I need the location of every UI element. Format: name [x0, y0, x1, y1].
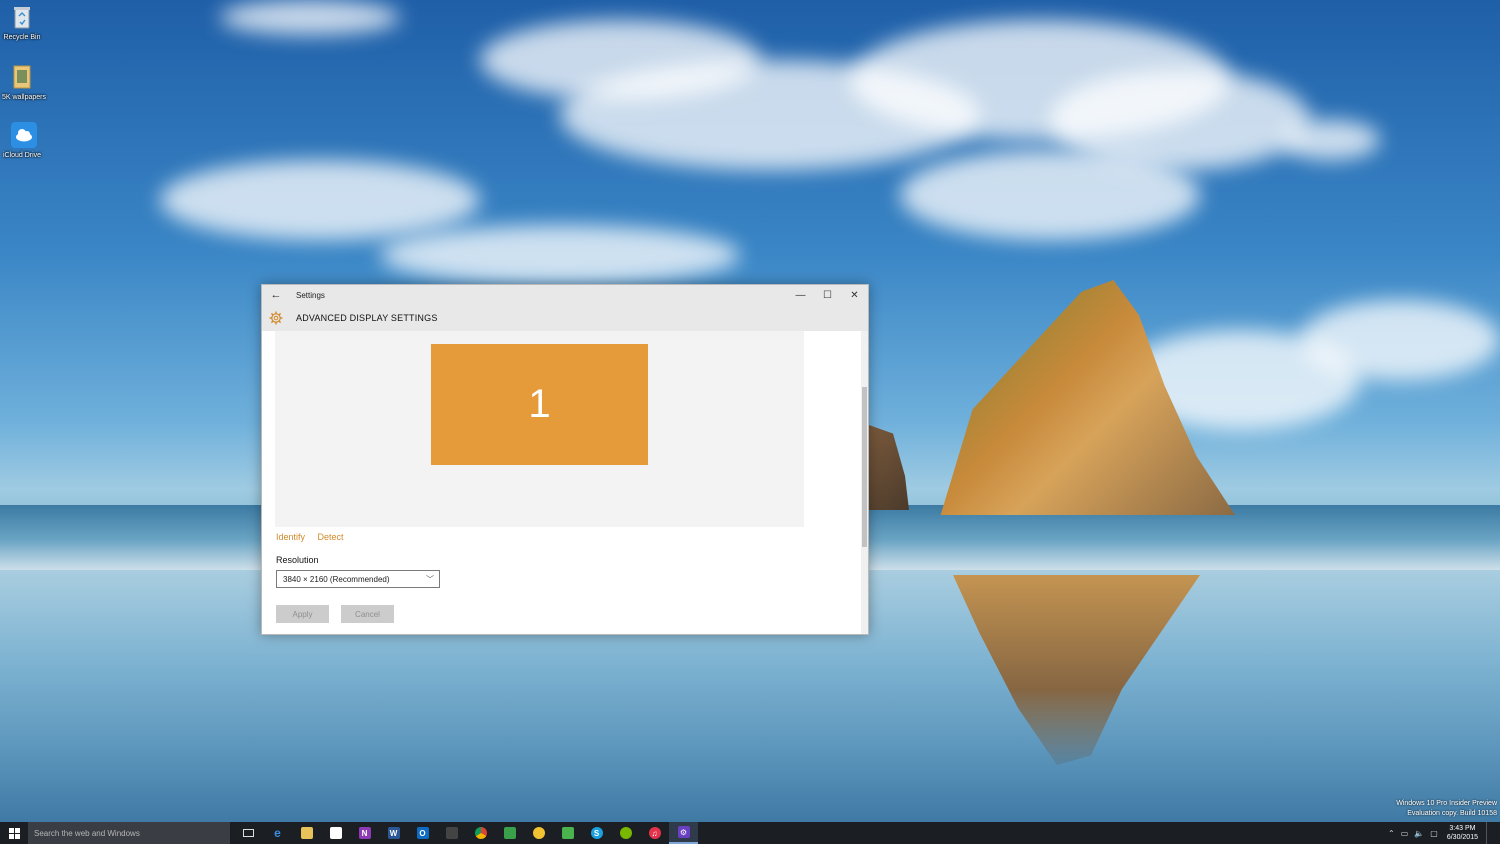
taskbar-app-green2[interactable] [553, 822, 582, 844]
taskbar-settings[interactable]: ⚙ [669, 822, 698, 844]
desktop-icon-icloud-drive[interactable]: iCloud Drive [2, 122, 42, 159]
app-icon [445, 827, 458, 839]
taskbar-spotify[interactable] [611, 822, 640, 844]
clock[interactable]: 3:43 PM 6/30/2015 [1447, 824, 1478, 842]
title-bar[interactable]: ← Settings — ☐ ✕ [262, 285, 868, 305]
start-button[interactable] [0, 822, 28, 844]
volume-icon[interactable]: 🔈 [1414, 829, 1424, 838]
chevron-up-icon[interactable]: ⌃ [1388, 829, 1395, 838]
taskbar-app-dark[interactable] [437, 822, 466, 844]
resolution-value: 3840 × 2160 (Recommended) [283, 574, 390, 584]
maximize-button[interactable]: ☐ [814, 285, 841, 305]
chevron-down-icon: ﹀ [426, 575, 434, 584]
cancel-button[interactable]: Cancel [341, 605, 394, 623]
system-tray: ⌃ ▭ 🔈 ▢ 3:43 PM 6/30/2015 [1385, 822, 1500, 844]
taskbar-skype[interactable]: S [582, 822, 611, 844]
scrollbar[interactable] [861, 331, 868, 634]
show-desktop-button[interactable] [1486, 822, 1500, 844]
settings-window: ← Settings — ☐ ✕ ADVANCED DISPLAY SETTIN… [261, 284, 869, 635]
back-arrow-icon[interactable]: ← [262, 289, 290, 301]
scrollbar-thumb[interactable] [862, 387, 867, 547]
build-watermark: Windows 10 Pro Insider Preview Evaluatio… [1396, 799, 1497, 819]
page-header: ADVANCED DISPLAY SETTINGS [262, 305, 868, 331]
settings-icon: ⚙ [677, 826, 690, 838]
clock-time: 3:43 PM [1449, 825, 1476, 832]
page-title: ADVANCED DISPLAY SETTINGS [296, 313, 438, 323]
desktop-icon-label: Recycle Bin [3, 34, 41, 41]
desktop-icon-5k-wallpapers[interactable]: 5K wallpapers [2, 64, 46, 101]
store-icon [329, 827, 342, 839]
taskbar-app-green[interactable] [495, 822, 524, 844]
window-title: Settings [296, 290, 325, 300]
resolution-dropdown[interactable]: 3840 × 2160 (Recommended) ﹀ [276, 570, 440, 588]
folder-icon [11, 64, 33, 90]
identify-link[interactable]: Identify [276, 532, 305, 542]
close-button[interactable]: ✕ [841, 285, 868, 305]
taskbar-word[interactable]: W [379, 822, 408, 844]
app-icon [532, 827, 545, 839]
detect-link[interactable]: Detect [318, 532, 344, 542]
taskbar-file-explorer[interactable] [292, 822, 321, 844]
outlook-icon: O [416, 827, 429, 839]
watermark-line-2: Evaluation copy. Build 10158 [1407, 810, 1497, 817]
watermark-line-1: Windows 10 Pro Insider Preview [1396, 800, 1497, 807]
settings-content: 1 Identify Detect Resolution 3840 × 2160… [262, 331, 868, 634]
word-icon: W [387, 827, 400, 839]
task-view-icon [243, 829, 254, 837]
desktop-icon-recycle-bin[interactable]: Recycle Bin [2, 4, 42, 41]
edge-icon: e [274, 826, 281, 840]
skype-icon: S [590, 827, 603, 839]
app-icon [561, 827, 574, 839]
display-1-tile[interactable]: 1 [431, 344, 648, 465]
taskbar-app-yellow[interactable] [524, 822, 553, 844]
taskbar-store[interactable] [321, 822, 350, 844]
onenote-icon: N [358, 827, 371, 839]
recycle-bin-icon [11, 4, 33, 30]
folder-icon [300, 827, 313, 839]
task-view-button[interactable] [234, 822, 263, 844]
desktop-icon-label: 5K wallpapers [2, 94, 46, 101]
taskbar-edge[interactable]: e [263, 822, 292, 844]
taskbar-onenote[interactable]: N [350, 822, 379, 844]
taskbar-search-box[interactable]: Search the web and Windows [28, 822, 230, 844]
chrome-icon [474, 827, 487, 839]
app-icon [503, 827, 516, 839]
message-icon[interactable]: ▢ [1430, 829, 1438, 838]
taskbar-itunes[interactable]: ♫ [640, 822, 669, 844]
itunes-icon: ♫ [648, 827, 661, 839]
taskbar-outlook[interactable]: O [408, 822, 437, 844]
taskbar: Search the web and Windows e N W O S ♫ ⚙… [0, 822, 1500, 844]
resolution-label: Resolution [276, 555, 319, 565]
windows-logo-icon [8, 827, 20, 839]
network-icon[interactable]: ▭ [1401, 829, 1409, 838]
gear-icon [262, 311, 290, 325]
minimize-button[interactable]: — [787, 285, 814, 305]
clock-date: 6/30/2015 [1446, 834, 1478, 841]
taskbar-chrome[interactable] [466, 822, 495, 844]
apply-button[interactable]: Apply [276, 605, 329, 623]
display-preview-area: 1 [275, 331, 804, 527]
desktop-icon-label: iCloud Drive [2, 152, 42, 159]
cloud-icon [11, 122, 37, 148]
spotify-icon [619, 827, 632, 839]
